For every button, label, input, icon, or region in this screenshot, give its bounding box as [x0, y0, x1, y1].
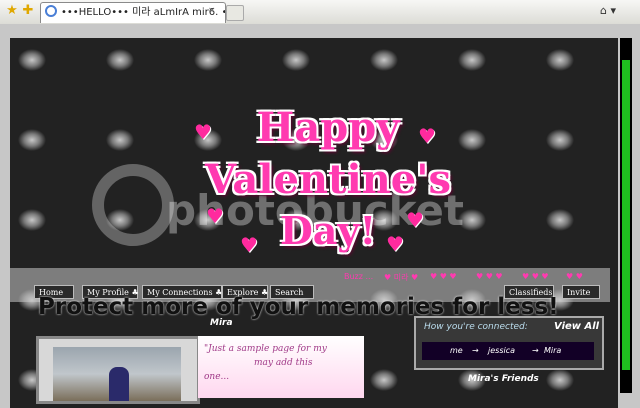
tab-close-icon[interactable]: × — [208, 6, 218, 16]
profile-photo-box — [36, 336, 200, 404]
profile-name-label: Mira — [210, 318, 233, 328]
path-me[interactable]: me — [450, 342, 463, 360]
pink-heart-icon: ♥ — [386, 232, 404, 256]
path-arrow-icon: → — [472, 346, 479, 355]
connection-title: How you're connected: — [424, 322, 528, 332]
pink-heart-icon: ♥ — [206, 204, 224, 228]
friends-heading: Mira's Friends — [468, 374, 539, 384]
scrollbar-thumb[interactable] — [622, 60, 630, 370]
add-favorites-icon[interactable]: ✚ — [20, 3, 36, 19]
pink-heart-icon: ♥ — [194, 120, 212, 144]
pink-link[interactable]: Buzz ... — [344, 272, 373, 281]
home-menu-icon[interactable]: ⌂ ▾ — [600, 4, 616, 17]
note-line-2: may add this — [254, 358, 313, 368]
path-jessica[interactable]: jessica — [488, 342, 515, 360]
pink-link[interactable]: ♥ ♥ ♥ — [430, 272, 457, 281]
path-mira[interactable]: Mira — [544, 342, 561, 360]
pink-link[interactable]: ♥ ♥ ♥ — [476, 272, 503, 281]
note-line-1: "Just a sample page for my — [204, 344, 327, 354]
tab-title: •••HELLO••• 미라 aLmIrA mir6. •••Welcome..… — [61, 7, 225, 18]
browser-tab[interactable]: •••HELLO••• 미라 aLmIrA mir6. •••Welcome..… — [40, 2, 226, 23]
pink-link[interactable]: ♥ ♥ ♥ — [522, 272, 549, 281]
pink-heart-icon: ♥ — [406, 208, 424, 232]
pink-link[interactable]: ♥ 미라 ♥ — [384, 272, 418, 283]
new-tab-button[interactable] — [226, 5, 244, 21]
path-arrow-icon: → — [532, 346, 539, 355]
favorites-star-icon[interactable]: ★ — [4, 3, 20, 19]
pink-heart-icon: ♥ — [240, 233, 258, 257]
ie-page-icon — [45, 5, 57, 17]
page-scrollbar[interactable] — [620, 38, 632, 393]
pink-heart-icon: ♥ — [418, 124, 436, 148]
note-line-3: one... — [204, 372, 230, 382]
profile-photo[interactable] — [53, 347, 181, 401]
view-all-link[interactable]: View All — [554, 321, 599, 332]
browser-toolbar: ★ ✚ •••HELLO••• 미라 aLmIrA mir6. •••Welco… — [0, 0, 640, 25]
profile-note: "Just a sample page for my may add this … — [198, 336, 364, 398]
connection-box: How you're connected: View All me → jess… — [414, 316, 604, 370]
connection-path: me → jessica → Mira — [422, 342, 594, 360]
pink-link[interactable]: ♥ ♥ — [566, 272, 583, 281]
hero-line-2: Valentine's — [205, 156, 451, 203]
